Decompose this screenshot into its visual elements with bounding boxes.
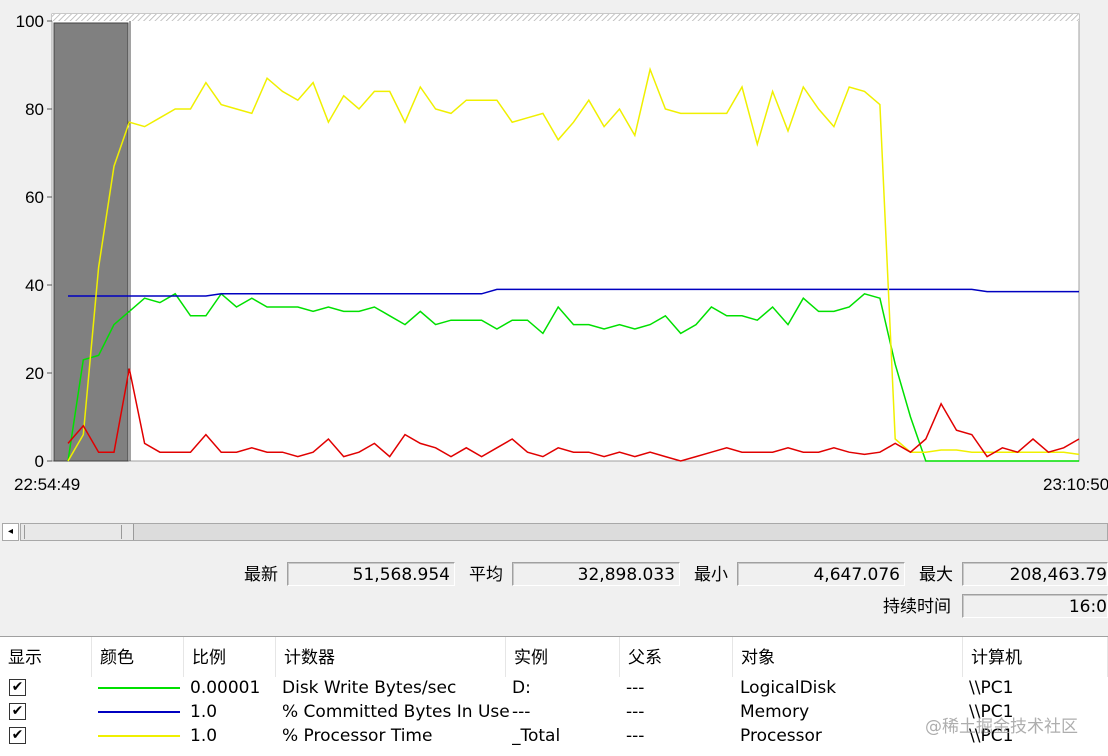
- y-tick-label: 20: [25, 364, 44, 383]
- x-end-label: 23:10:50: [1043, 475, 1108, 494]
- latest-label: 最新: [244, 565, 278, 585]
- header-object[interactable]: 对象: [733, 637, 963, 677]
- header-instance[interactable]: 实例: [506, 637, 620, 677]
- computer-cell: \\PC1: [969, 678, 1014, 698]
- minimum-label: 最小: [694, 565, 728, 585]
- scale-cell: 1.0: [190, 702, 218, 722]
- time-selection-region[interactable]: [53, 22, 129, 462]
- header-computer[interactable]: 计算机: [963, 637, 1108, 677]
- average-label: 平均: [469, 565, 503, 585]
- header-show[interactable]: 显示: [0, 637, 92, 677]
- object-cell: Memory: [740, 702, 810, 722]
- object-cell: LogicalDisk: [740, 678, 837, 698]
- average-value: 32,898.033: [512, 562, 680, 586]
- y-tick-label: 60: [25, 188, 44, 207]
- scroll-left-arrow-icon[interactable]: ◂: [2, 523, 19, 541]
- show-checkbox[interactable]: ✔: [9, 703, 26, 720]
- instance-cell: _Total: [512, 726, 561, 746]
- duration-label: 持续时间: [883, 597, 951, 617]
- watermark: @稀土掘金技术社区: [925, 717, 1078, 737]
- header-scale[interactable]: 比例: [184, 637, 276, 677]
- instance-cell: D:: [512, 678, 531, 698]
- maximum-label: 最大: [919, 565, 953, 585]
- y-tick-label: 0: [35, 452, 44, 471]
- header-color[interactable]: 颜色: [92, 637, 184, 677]
- y-tick-label: 80: [25, 100, 44, 119]
- scroll-thumb-left[interactable]: [21, 524, 134, 540]
- counter-legend-table: 显示 颜色 比例 计数器 实例 父系 对象 计算机 ✔ 0.00001 Disk…: [0, 636, 1108, 756]
- y-tick-label: 100: [16, 12, 44, 31]
- performance-chart[interactable]: 0 20 40 60 80 100 22:54:49 23:10:50: [0, 0, 1108, 520]
- header-counter[interactable]: 计数器: [276, 637, 506, 677]
- maximum-value: 208,463.79: [962, 562, 1108, 586]
- show-checkbox[interactable]: ✔: [9, 679, 26, 696]
- color-swatch: [98, 735, 180, 737]
- plot-top-hatch: [52, 14, 1079, 21]
- counter-cell: % Committed Bytes In Use: [282, 702, 510, 722]
- duration-value: 16:0: [962, 594, 1108, 618]
- legend-header: 显示 颜色 比例 计数器 实例 父系 对象 计算机: [0, 637, 1108, 677]
- time-scrollbar[interactable]: ◂: [0, 521, 1108, 543]
- color-swatch: [98, 687, 180, 689]
- plot-background: [51, 13, 1080, 462]
- scale-cell: 1.0: [190, 726, 218, 746]
- header-parent[interactable]: 父系: [620, 637, 733, 677]
- minimum-value: 4,647.076: [737, 562, 905, 586]
- parent-cell: ---: [626, 726, 645, 746]
- thumb-grip: [121, 525, 122, 539]
- counter-cell: % Processor Time: [282, 726, 433, 746]
- parent-cell: ---: [626, 678, 645, 698]
- latest-value: 51,568.954: [287, 562, 455, 586]
- scroll-track[interactable]: [20, 523, 1108, 541]
- instance-cell: ---: [512, 702, 531, 722]
- show-checkbox[interactable]: ✔: [9, 727, 26, 744]
- y-tick-label: 40: [25, 276, 44, 295]
- object-cell: Processor: [740, 726, 822, 746]
- parent-cell: ---: [626, 702, 645, 722]
- table-row[interactable]: ✔ 0.00001 Disk Write Bytes/sec D: --- Lo…: [0, 676, 1108, 700]
- x-start-label: 22:54:49: [14, 475, 80, 494]
- scale-cell: 0.00001: [190, 678, 261, 698]
- thumb-grip: [24, 525, 25, 539]
- color-swatch: [98, 711, 180, 713]
- counter-cell: Disk Write Bytes/sec: [282, 678, 457, 698]
- y-axis-ticks: 0 20 40 60 80 100: [16, 12, 52, 471]
